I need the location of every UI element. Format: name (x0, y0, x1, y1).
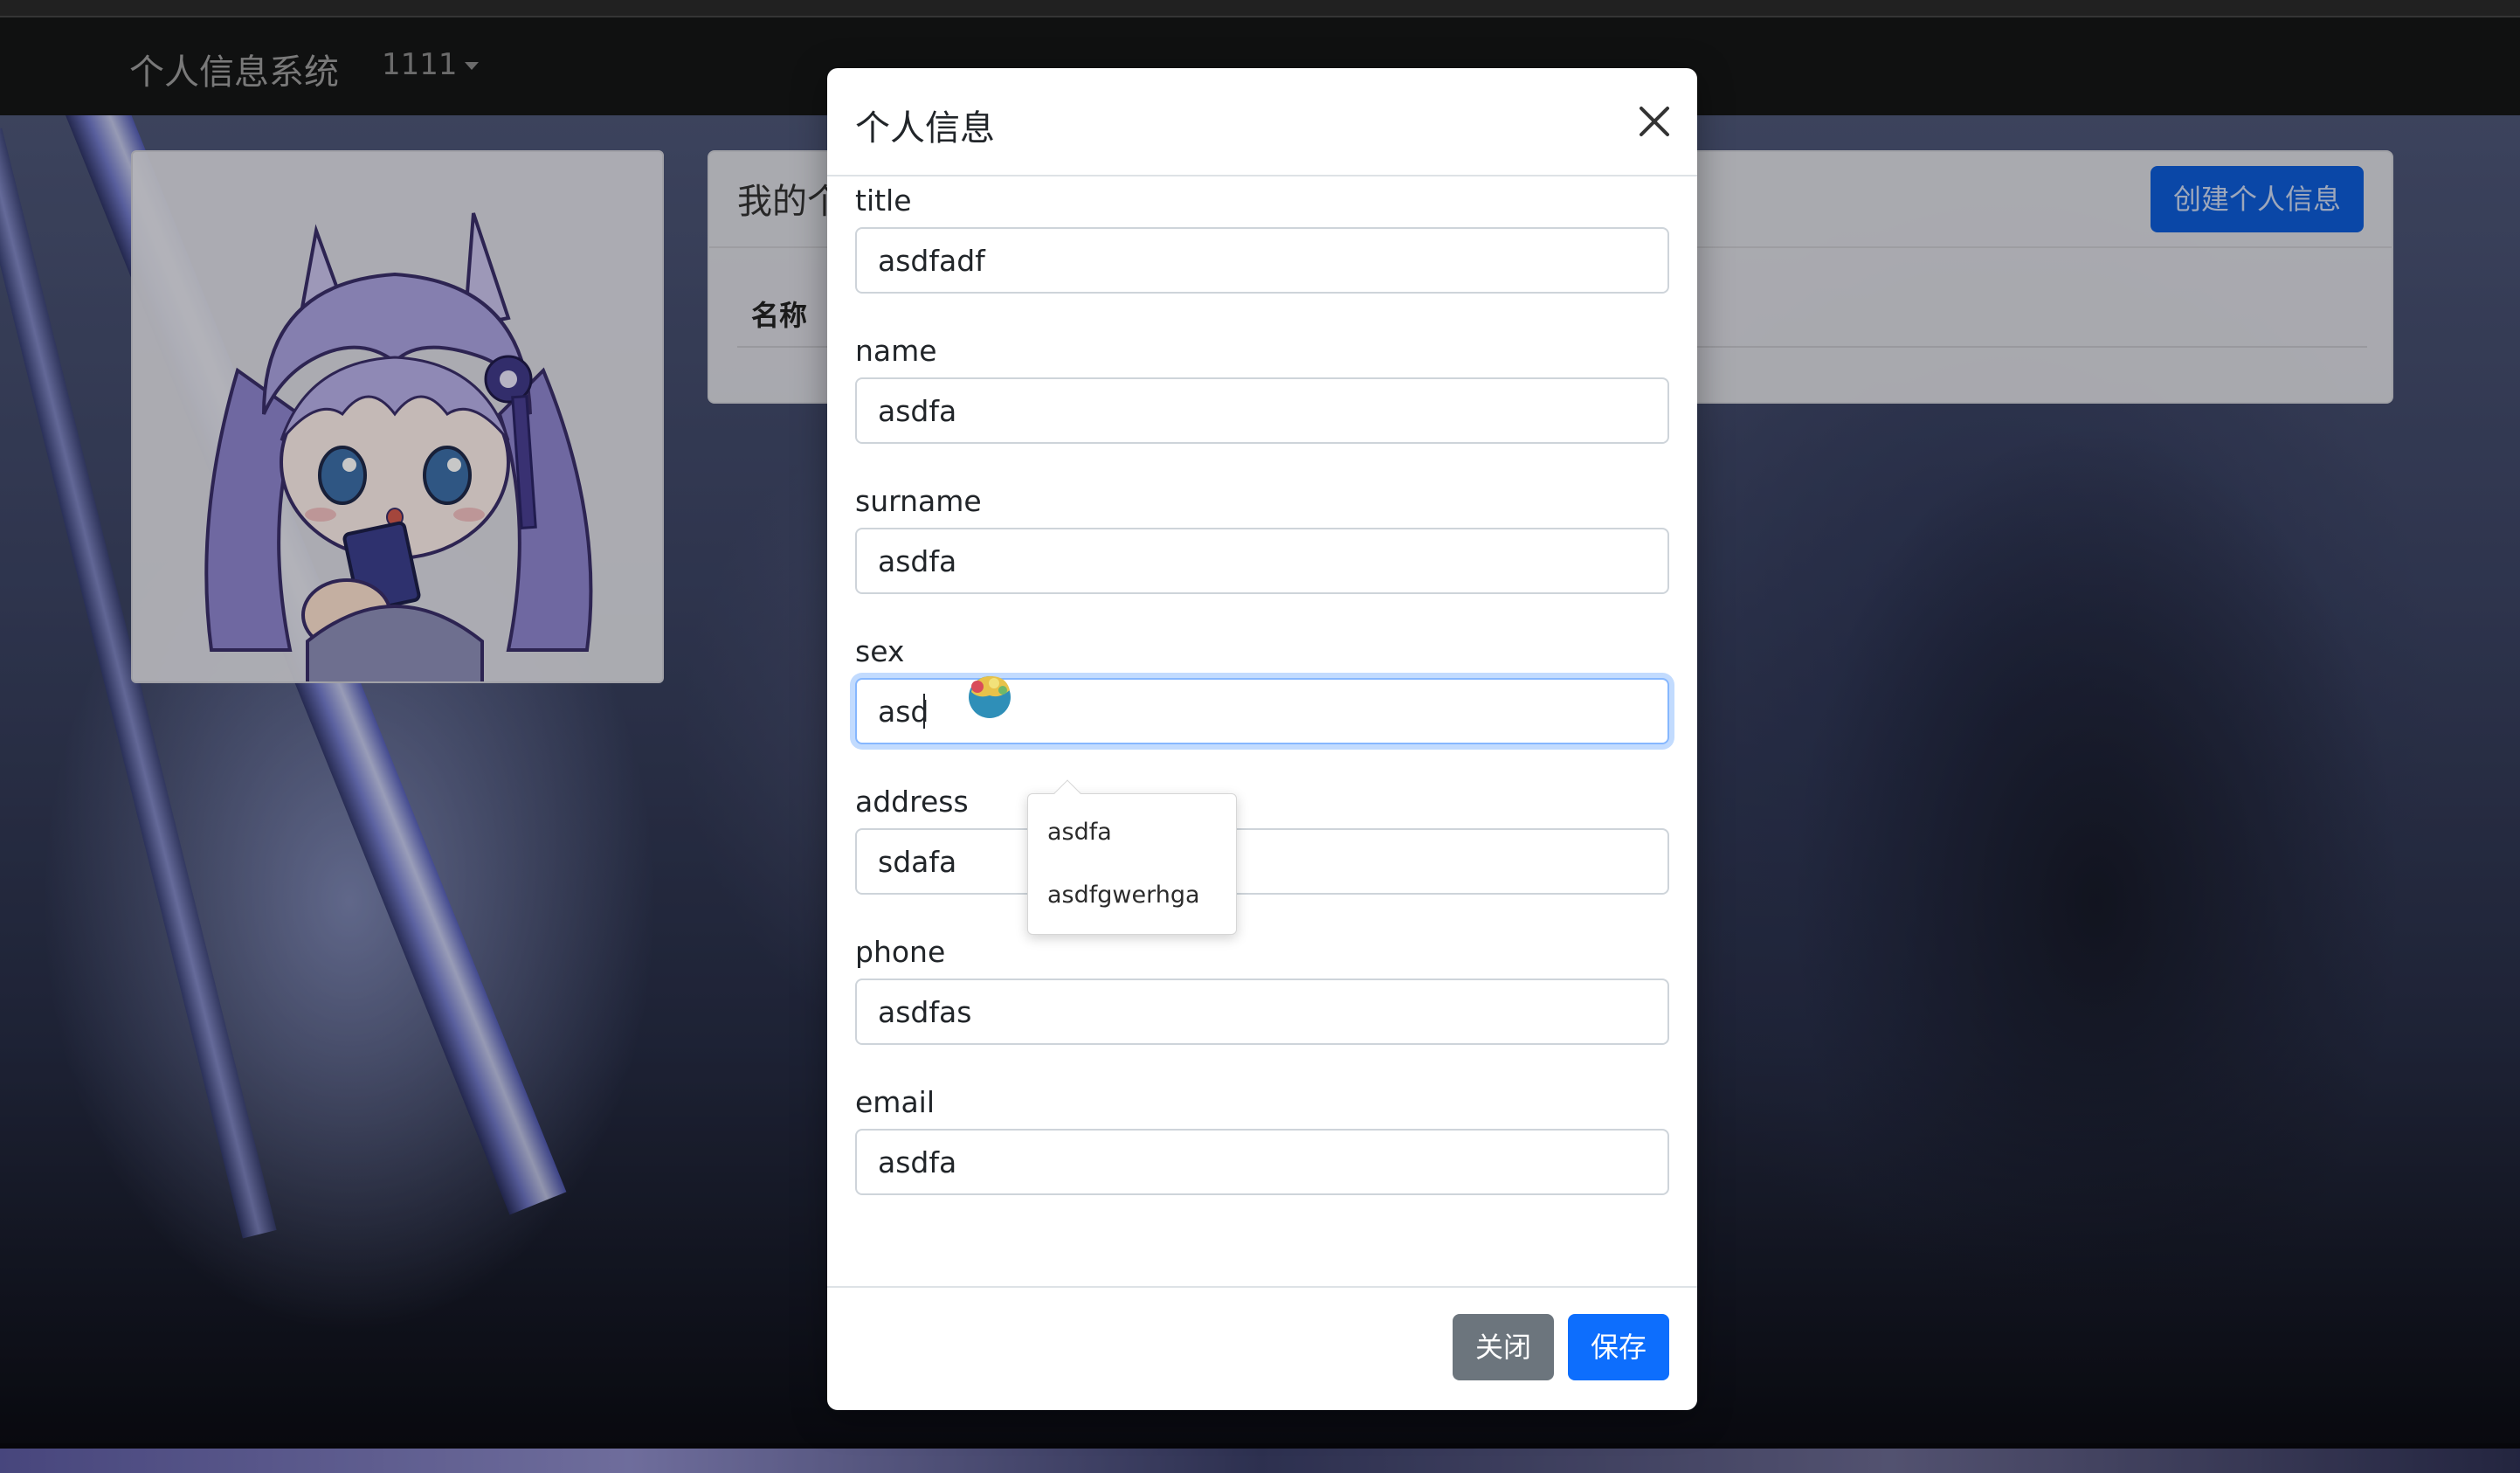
field-label: address (855, 785, 969, 819)
title-input[interactable] (855, 227, 1669, 294)
save-button[interactable]: 保存 (1567, 1314, 1669, 1380)
field-phone: phone (855, 928, 1669, 1078)
address-input[interactable] (855, 828, 1669, 895)
field-email: email (855, 1078, 1669, 1228)
field-surname: surname (855, 477, 1669, 627)
field-address: address (855, 778, 1669, 928)
autocomplete-dropdown: asdfa asdfgwerhga (1027, 779, 1237, 935)
text-caret (923, 694, 925, 729)
modal-footer: 关闭 保存 (827, 1286, 1697, 1410)
surname-input[interactable] (855, 528, 1669, 594)
field-label: name (855, 334, 937, 368)
field-title: title (855, 176, 1669, 327)
email-input[interactable] (855, 1129, 1669, 1195)
field-name: name (855, 327, 1669, 477)
phone-input[interactable] (855, 979, 1669, 1045)
field-label: sex (855, 634, 905, 668)
field-label: phone (855, 935, 946, 969)
field-label: title (855, 183, 912, 218)
autocomplete-option[interactable]: asdfgwerhga (1047, 882, 1200, 909)
autocomplete-option[interactable]: asdfa (1047, 819, 1112, 846)
field-label: surname (855, 484, 982, 518)
name-input[interactable] (855, 377, 1669, 444)
modal-header: 个人信息 (827, 68, 1697, 176)
modal-title: 个人信息 (855, 108, 995, 149)
personal-info-modal: 个人信息 title name surname sex address (827, 68, 1697, 1410)
close-icon[interactable] (1634, 101, 1674, 142)
field-label: email (855, 1085, 936, 1119)
close-button[interactable]: 关闭 (1452, 1314, 1554, 1380)
cursor-badge-icon (969, 676, 1011, 718)
